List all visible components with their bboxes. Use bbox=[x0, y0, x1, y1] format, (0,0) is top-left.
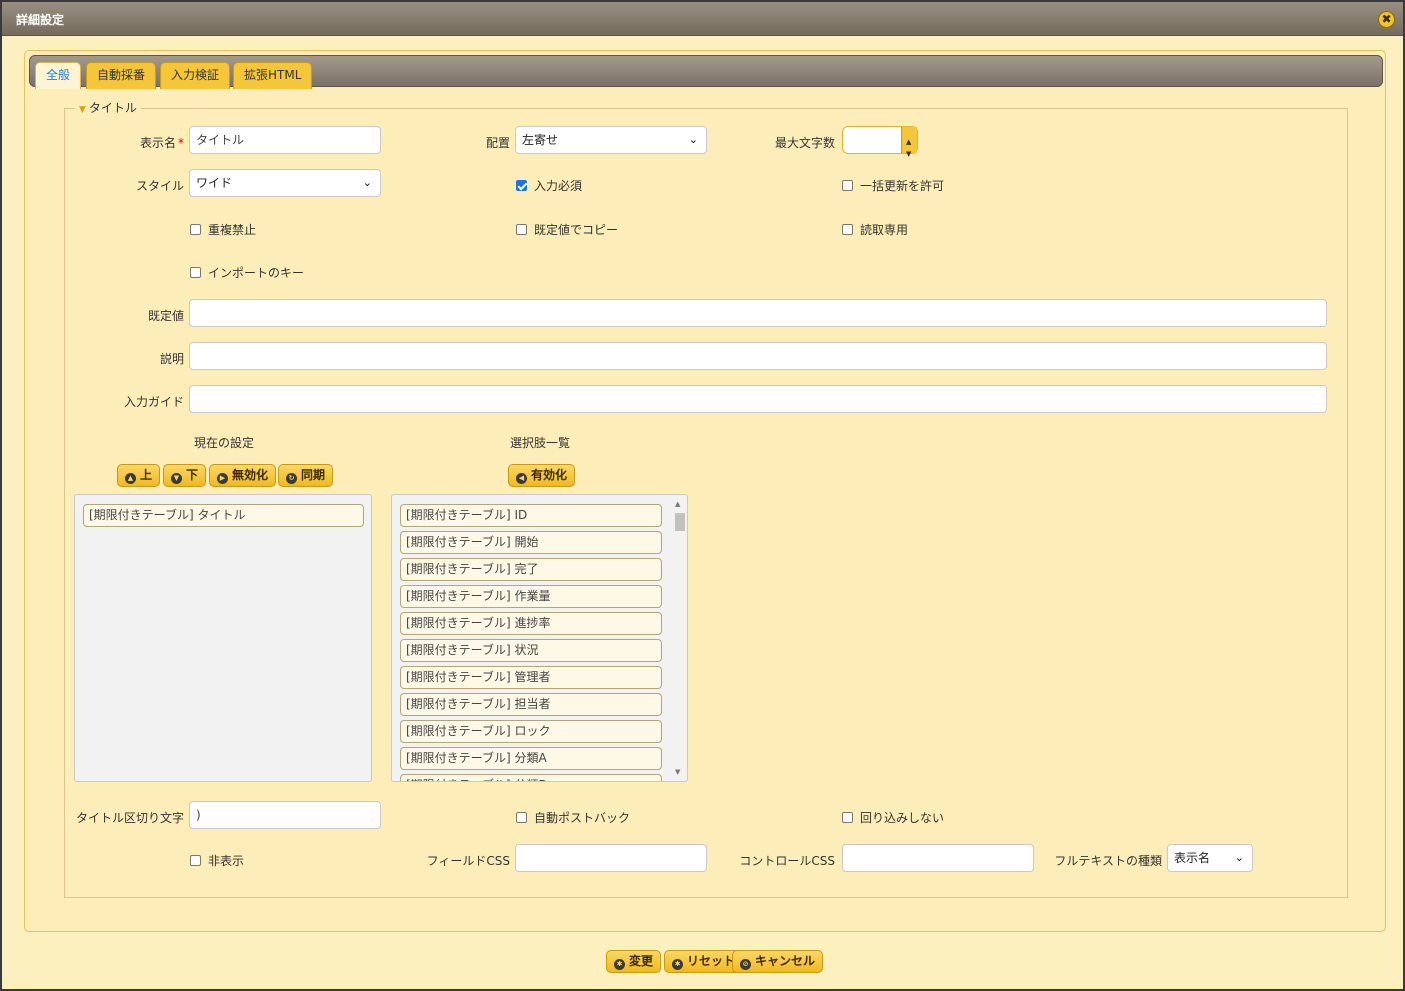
no-duplicate-checkbox[interactable]: 重複禁止 bbox=[190, 221, 256, 238]
copy-default-checkbox[interactable]: 既定値でコピー bbox=[516, 221, 618, 238]
checkbox-icon[interactable] bbox=[190, 267, 201, 278]
bulk-update-checkbox[interactable]: 一括更新を許可 bbox=[842, 177, 944, 194]
list-item[interactable]: [期限付きテーブル] ロック bbox=[400, 720, 662, 743]
fulltext-type-label: フルテキストの種類 bbox=[1054, 854, 1162, 868]
number-spinner[interactable]: ▲ ▼ bbox=[901, 127, 917, 158]
sync-button[interactable]: ↻ 同期 bbox=[278, 464, 334, 487]
import-key-checkbox[interactable]: インポートのキー bbox=[190, 264, 304, 281]
control-css-label: コントロールCSS bbox=[739, 854, 835, 868]
current-settings-list[interactable]: [期限付きテーブル] タイトル bbox=[74, 494, 372, 782]
checkbox-icon[interactable] bbox=[842, 812, 853, 823]
align-label: 配置 bbox=[485, 136, 510, 150]
field-css-input[interactable] bbox=[515, 844, 707, 872]
list-item[interactable]: [期限付きテーブル] 作業量 bbox=[400, 585, 662, 608]
tab-auto-number[interactable]: 自動採番 bbox=[86, 62, 157, 89]
gear-icon: ✱ bbox=[614, 959, 625, 970]
list-item[interactable]: [期限付きテーブル] 開始 bbox=[400, 531, 662, 554]
checkbox-checked-icon[interactable] bbox=[516, 180, 527, 191]
required-checkbox[interactable]: 入力必須 bbox=[516, 177, 582, 194]
dialog-title: 詳細設定 bbox=[16, 13, 65, 27]
list-item[interactable]: [期限付きテーブル] 分類A bbox=[400, 747, 662, 770]
arrow-up-icon: ▲ bbox=[125, 473, 136, 484]
tab-bar: 全般 自動採番 入力検証 拡張HTML bbox=[29, 55, 1383, 89]
disable-button[interactable]: ▶ 無効化 bbox=[209, 464, 277, 487]
input-guide-input[interactable] bbox=[189, 385, 1327, 413]
tab-input-validation[interactable]: 入力検証 bbox=[160, 62, 231, 89]
close-icon[interactable]: ✖ bbox=[1378, 11, 1395, 28]
move-up-button[interactable]: ▲ 上 bbox=[117, 464, 161, 487]
cancel-button[interactable]: ⊘ キャンセル bbox=[732, 950, 824, 973]
checkbox-icon[interactable] bbox=[516, 812, 527, 823]
tab-general[interactable]: 全般 bbox=[35, 62, 82, 89]
list-item[interactable]: [期限付きテーブル] 状況 bbox=[400, 639, 662, 662]
cancel-icon: ⊘ bbox=[740, 959, 751, 970]
max-chars-input[interactable]: ▲ ▼ bbox=[842, 126, 918, 158]
checkbox-icon[interactable] bbox=[190, 224, 201, 235]
checkbox-icon[interactable] bbox=[842, 180, 853, 191]
title-separator-label: タイトル区切り文字 bbox=[75, 811, 184, 825]
fulltext-type-select[interactable]: 表示名 ⌄ bbox=[1167, 844, 1253, 872]
input-guide-label: 入力ガイド bbox=[123, 395, 184, 409]
choices-list[interactable]: [期限付きテーブル] ID [期限付きテーブル] 開始 [期限付きテーブル] 完… bbox=[391, 494, 688, 782]
default-value-input[interactable] bbox=[189, 299, 1327, 327]
change-button[interactable]: ✱ 変更 bbox=[606, 950, 662, 973]
detail-settings-dialog: 詳細設定 ✖ 全般 自動採番 入力検証 拡張HTML ▼ タイトル 表示名 * タイ… bbox=[0, 0, 1405, 991]
choices-header: 選択肢一覧 bbox=[510, 436, 571, 450]
list-item[interactable]: [期限付きテーブル] 完了 bbox=[400, 558, 662, 581]
auto-postback-checkbox[interactable]: 自動ポストバック bbox=[516, 809, 630, 826]
scroll-thumb[interactable] bbox=[675, 513, 685, 531]
title-separator-input[interactable]: ) bbox=[189, 801, 381, 829]
list-item[interactable]: [期限付きテーブル] 担当者 bbox=[400, 693, 662, 716]
chevron-down-icon: ⌄ bbox=[362, 176, 372, 189]
chevron-down-icon: ⌄ bbox=[688, 133, 698, 146]
scroll-down-icon[interactable]: ▼ bbox=[675, 768, 680, 776]
hidden-checkbox[interactable]: 非表示 bbox=[190, 852, 244, 869]
default-value-label: 既定値 bbox=[147, 309, 184, 323]
read-only-checkbox[interactable]: 読取専用 bbox=[842, 221, 908, 238]
list-item[interactable]: [期限付きテーブル] 分類B bbox=[400, 774, 662, 781]
dialog-titlebar[interactable]: 詳細設定 ✖ bbox=[2, 2, 1403, 36]
max-chars-label: 最大文字数 bbox=[774, 136, 835, 150]
current-settings-header: 現在の設定 bbox=[194, 436, 255, 450]
style-label: スタイル bbox=[135, 179, 184, 193]
no-wrap-checkbox[interactable]: 回り込みしない bbox=[842, 809, 944, 826]
move-down-button[interactable]: ▼ 下 bbox=[163, 464, 207, 487]
align-select[interactable]: 左寄せ ⌄ bbox=[515, 126, 707, 154]
field-css-label: フィールドCSS bbox=[426, 854, 510, 868]
control-css-input[interactable] bbox=[842, 844, 1034, 872]
arrow-right-icon: ▶ bbox=[217, 473, 228, 484]
list-item[interactable]: [期限付きテーブル] 管理者 bbox=[400, 666, 662, 689]
legend-label: タイトル bbox=[88, 101, 137, 115]
gear-icon: ✱ bbox=[672, 959, 683, 970]
spin-down-icon: ▼ bbox=[906, 150, 912, 158]
tab-extended-html[interactable]: 拡張HTML bbox=[233, 62, 313, 89]
list-item[interactable]: [期限付きテーブル] タイトル bbox=[83, 504, 364, 527]
refresh-icon: ↻ bbox=[286, 473, 297, 484]
chevron-down-icon: ⌄ bbox=[1234, 851, 1244, 864]
checkbox-icon[interactable] bbox=[842, 224, 853, 235]
list-item[interactable]: [期限付きテーブル] ID bbox=[400, 504, 662, 527]
description-label: 説明 bbox=[159, 352, 184, 366]
list-item[interactable]: [期限付きテーブル] 進捗率 bbox=[400, 612, 662, 635]
checkbox-icon[interactable] bbox=[190, 855, 201, 866]
display-name-label: 表示名 * bbox=[139, 136, 184, 150]
enable-button[interactable]: ◀ 有効化 bbox=[508, 464, 576, 487]
choices-scrollbar[interactable]: ▲ ▼ bbox=[672, 496, 686, 780]
arrow-down-icon: ▼ bbox=[171, 473, 182, 484]
scroll-up-icon[interactable]: ▲ bbox=[675, 500, 680, 508]
arrow-left-icon: ◀ bbox=[516, 473, 527, 484]
collapse-triangle-icon[interactable]: ▼ bbox=[79, 105, 86, 115]
fieldset-legend[interactable]: ▼ タイトル bbox=[75, 99, 141, 116]
style-select[interactable]: ワイド ⌄ bbox=[189, 169, 381, 197]
checkbox-icon[interactable] bbox=[516, 224, 527, 235]
description-input[interactable] bbox=[189, 342, 1327, 370]
display-name-input[interactable]: タイトル bbox=[189, 126, 381, 154]
